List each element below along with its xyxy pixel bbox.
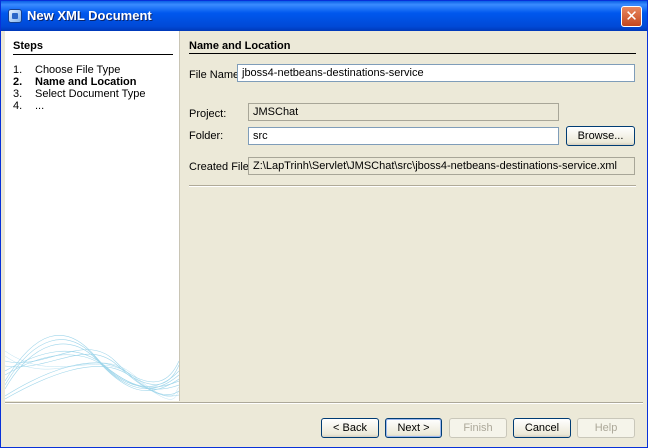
file-name-label: File Name: xyxy=(189,69,243,81)
steps-title: Steps xyxy=(13,40,43,52)
close-icon: ✕ xyxy=(625,7,638,25)
step-select-document-type: 3. Select Document Type xyxy=(13,88,146,100)
button-bar-separator xyxy=(5,402,643,404)
project-field: JMSChat xyxy=(248,103,559,121)
panel-title-divider xyxy=(189,53,636,54)
netbeans-app-icon xyxy=(8,9,22,23)
created-file-field: Z:\LapTrinh\Servlet\JMSChat\src\jboss4-n… xyxy=(248,157,635,175)
panel-separator xyxy=(189,185,636,187)
back-button[interactable]: < Back xyxy=(321,418,379,438)
close-button[interactable]: ✕ xyxy=(621,6,642,27)
step-name-and-location: 2. Name and Location xyxy=(13,76,137,88)
next-button[interactable]: Next > xyxy=(385,418,442,438)
finish-button[interactable]: Finish xyxy=(449,418,507,438)
decorative-wave-graphic xyxy=(5,335,179,400)
file-name-input[interactable]: jboss4-netbeans-destinations-service xyxy=(237,64,635,82)
steps-list: 1. Choose File Type 2. Name and Location 3… xyxy=(13,64,145,112)
panel-title: Name and Location xyxy=(189,40,291,52)
created-file-label: Created File: xyxy=(189,161,252,173)
browse-button[interactable]: Browse... xyxy=(566,126,635,146)
project-label: Project: xyxy=(189,108,227,120)
help-button[interactable]: Help xyxy=(577,418,635,438)
folder-label: Folder: xyxy=(189,130,224,142)
step-more: 4.... xyxy=(13,100,45,112)
step-choose-file-type: 1. Choose File Type xyxy=(13,64,121,76)
window-title: New XML Document xyxy=(27,8,152,23)
title-bar[interactable]: New XML Document ✕ xyxy=(1,1,647,31)
new-xml-document-dialog: New XML Document ✕ Steps 1. Choose File T… xyxy=(0,0,648,448)
name-and-location-panel: Name and Location File Name: jboss4-netb… xyxy=(184,31,644,401)
cancel-button[interactable]: Cancel xyxy=(513,418,571,438)
folder-input[interactable]: src xyxy=(248,127,559,145)
steps-divider xyxy=(13,54,173,55)
steps-panel: Steps 1. Choose File Type 2. Name and Loca… xyxy=(5,31,180,401)
